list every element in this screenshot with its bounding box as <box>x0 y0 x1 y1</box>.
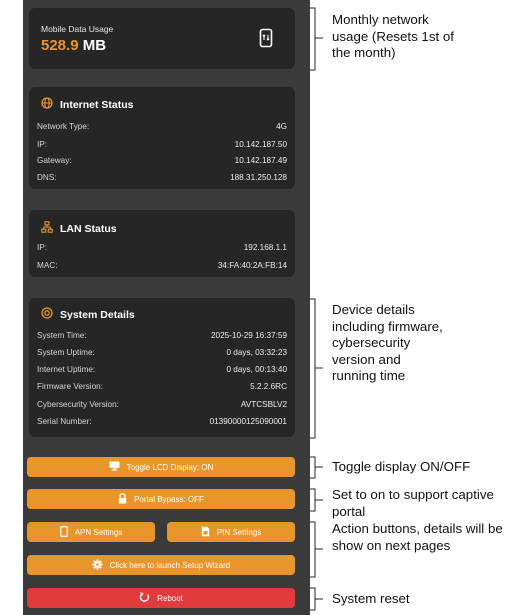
annotation-action-buttons: Action buttons, details will be show on … <box>332 521 503 553</box>
annotation-toggle-display: Toggle display ON/OFF <box>332 459 471 474</box>
annotation-device-details: Device details including firmware, cyber… <box>332 302 443 383</box>
annotation-monthly-usage: Monthly network usage (Resets 1st of the… <box>332 12 454 60</box>
annotation-captive-portal: Set to on to support captive portal <box>332 487 494 519</box>
annotation-system-reset: System reset <box>332 591 410 606</box>
